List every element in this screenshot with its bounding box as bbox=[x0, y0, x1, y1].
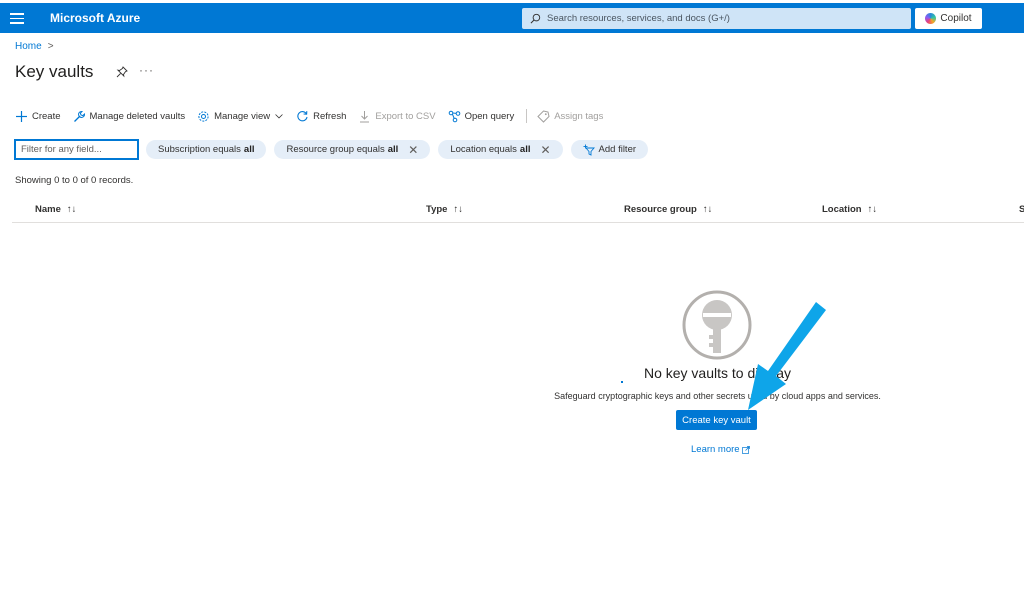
sort-icon: ↑↓ bbox=[702, 204, 713, 215]
location-filter-pill[interactable]: Location equals all ✕ bbox=[438, 140, 563, 159]
breadcrumb: Home > bbox=[15, 41, 54, 52]
close-icon[interactable]: ✕ bbox=[408, 143, 418, 157]
resource-group-filter-value: all bbox=[387, 144, 399, 155]
copilot-icon bbox=[925, 13, 937, 24]
manage-deleted-vaults-button[interactable]: Manage deleted vaults bbox=[73, 110, 186, 123]
open-query-button[interactable]: Open query bbox=[448, 110, 515, 123]
open-query-label: Open query bbox=[464, 110, 515, 122]
subscription-filter-value: all bbox=[243, 144, 255, 155]
page-title: Key vaults bbox=[15, 62, 94, 81]
location-filter-value: all bbox=[519, 144, 531, 155]
manage-view-button[interactable]: Manage view bbox=[197, 110, 284, 123]
record-count: Showing 0 to 0 of 0 records. bbox=[15, 175, 134, 186]
location-filter-label: Location equals bbox=[450, 144, 517, 155]
filter-input[interactable] bbox=[14, 139, 139, 160]
close-icon[interactable]: ✕ bbox=[540, 143, 550, 157]
top-navigation-bar: Microsoft Azure Copilot bbox=[0, 3, 1024, 33]
search-input[interactable] bbox=[547, 13, 897, 24]
export-csv-button[interactable]: Export to CSV bbox=[358, 110, 436, 123]
manage-view-label: Manage view bbox=[214, 110, 271, 122]
sort-icon: ↑↓ bbox=[453, 204, 463, 215]
arrow-pointer-icon bbox=[748, 302, 826, 410]
pin-icon[interactable] bbox=[116, 66, 128, 78]
sort-icon: ↑↓ bbox=[867, 204, 878, 215]
export-csv-label: Export to CSV bbox=[375, 110, 436, 122]
sort-icon: ↑↓ bbox=[66, 204, 77, 215]
query-icon bbox=[448, 110, 460, 122]
global-search[interactable] bbox=[522, 8, 911, 29]
resource-group-filter-label: Resource group equals bbox=[286, 144, 385, 155]
filter-bar: Subscription equals all Resource group e… bbox=[14, 139, 656, 160]
resource-group-filter-pill[interactable]: Resource group equals all ✕ bbox=[274, 140, 431, 159]
column-header-type[interactable]: Type ↑↓ bbox=[426, 204, 463, 215]
more-options-button[interactable]: ··· bbox=[139, 63, 154, 77]
breadcrumb-separator: > bbox=[47, 41, 54, 52]
copilot-label: Copilot bbox=[940, 13, 972, 24]
add-filter-label: Add filter bbox=[598, 144, 637, 155]
create-label: Create bbox=[32, 110, 61, 122]
subscription-filter-pill[interactable]: Subscription equals all bbox=[146, 140, 267, 159]
gear-icon bbox=[198, 110, 209, 122]
learn-more-label: Learn more bbox=[691, 444, 740, 455]
plus-icon bbox=[16, 110, 27, 122]
copilot-button[interactable]: Copilot bbox=[915, 8, 982, 29]
stray-dot bbox=[621, 381, 623, 383]
column-header-truncated[interactable]: S bbox=[1019, 204, 1024, 215]
table-header: Name ↑↓ Type ↑↓ Resource group ↑↓ Location ↑… bbox=[12, 199, 1024, 223]
refresh-label: Refresh bbox=[313, 110, 347, 122]
assign-tags-label: Assign tags bbox=[554, 110, 604, 122]
create-button[interactable]: Create bbox=[15, 110, 61, 123]
download-icon bbox=[360, 110, 370, 122]
toolbar-divider bbox=[526, 109, 528, 123]
assign-tags-button[interactable]: Assign tags bbox=[537, 109, 604, 123]
empty-state-subtitle: Safeguard cryptographic keys and other s… bbox=[554, 391, 881, 401]
menu-icon[interactable] bbox=[10, 11, 24, 25]
brand-label[interactable]: Microsoft Azure bbox=[50, 11, 140, 25]
column-header-name[interactable]: Name ↑↓ bbox=[35, 204, 76, 215]
subscription-filter-label: Subscription equals bbox=[158, 144, 241, 155]
wrench-icon bbox=[73, 110, 85, 122]
refresh-icon bbox=[297, 110, 308, 121]
add-filter-button[interactable]: Add filter bbox=[570, 140, 649, 159]
column-header-resource-group[interactable]: Resource group ↑↓ bbox=[624, 204, 712, 215]
tag-icon bbox=[537, 109, 550, 123]
search-icon bbox=[530, 13, 541, 24]
external-link-icon bbox=[741, 445, 750, 454]
add-filter-icon bbox=[583, 144, 595, 156]
breadcrumb-home[interactable]: Home bbox=[15, 41, 42, 52]
manage-deleted-label: Manage deleted vaults bbox=[89, 110, 186, 122]
column-header-location[interactable]: Location ↑↓ bbox=[822, 204, 877, 215]
chevron-down-icon bbox=[275, 114, 283, 119]
refresh-button[interactable]: Refresh bbox=[296, 110, 346, 123]
learn-more-link[interactable]: Learn more bbox=[691, 444, 750, 455]
command-bar: Create Manage deleted vaults Manage view… bbox=[15, 106, 615, 126]
